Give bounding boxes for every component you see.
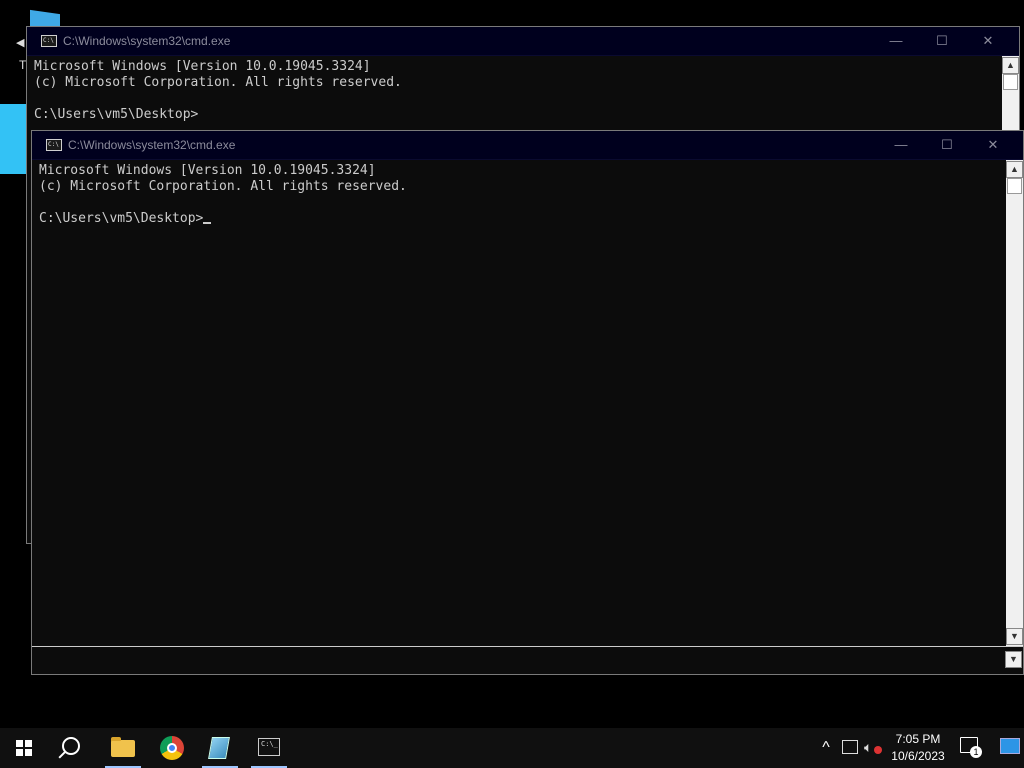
file-explorer-icon [111,737,135,757]
scroll-down-button[interactable]: ▼ [1005,651,1022,668]
desktop-selected-icon[interactable] [0,104,28,174]
notepad-icon [208,737,230,759]
windows-start-icon [16,740,32,756]
window-title: C:\Windows\system32\cmd.exe [63,34,231,48]
notification-count-badge: 1 [970,746,982,758]
close-button[interactable]: ✕ [970,131,1016,159]
command-prompt-icon: C:\_ [258,738,280,756]
chrome-icon [160,736,184,760]
scroll-up-button[interactable]: ▲ [1006,161,1023,178]
scrollbar-thumb[interactable] [1007,178,1022,194]
show-hidden-icons-button[interactable]: ^ [814,738,838,758]
cmd-app-icon: C:\ [41,35,57,47]
text-cursor [203,222,212,224]
console-line: (c) Microsoft Corporation. All rights re… [39,179,407,194]
cmd-window-front[interactable]: C:\ C:\Windows\system32\cmd.exe — ☐ ✕ Mi… [31,130,1024,675]
taskbar-notepad[interactable] [196,728,244,768]
minimize-button[interactable]: — [878,131,924,159]
maximize-button[interactable]: ☐ [924,131,970,159]
clock-time: 7:05 PM [895,732,941,746]
taskbar-chrome[interactable] [148,728,196,768]
scroll-down-button[interactable]: ▼ [1006,628,1023,645]
console-output[interactable]: Microsoft Windows [Version 10.0.19045.33… [34,160,1005,646]
search-button[interactable] [48,728,96,768]
minimize-button[interactable]: — [873,27,919,55]
title-bar[interactable]: C:\ C:\Windows\system32\cmd.exe — ☐ ✕ [27,27,1019,56]
console-prompt: C:\Users\vm5\Desktop> [34,107,199,122]
console-line: Microsoft Windows [Version 10.0.19045.33… [34,59,371,74]
clock-date: 10/6/2023 [891,749,945,763]
horizontal-bar: ▼ [32,646,1023,674]
start-button[interactable] [0,728,48,768]
taskbar: C:\_ ^ 🔈︎ 7:05 PM 10/6/2023 1 [0,728,1024,768]
console-prompt-line[interactable]: C:\Users\vm5\Desktop> [39,211,1005,227]
console-line: (c) Microsoft Corporation. All rights re… [34,75,402,90]
mute-indicator-icon [874,746,882,754]
vertical-scrollbar[interactable]: ▲ ▼ [1006,160,1023,646]
scroll-up-button[interactable]: ▲ [1002,57,1019,74]
close-button[interactable]: ✕ [965,27,1011,55]
console-prompt: C:\Users\vm5\Desktop> [39,211,204,226]
window-title: C:\Windows\system32\cmd.exe [68,138,236,152]
scrollbar-thumb[interactable] [1003,74,1018,90]
title-bar[interactable]: C:\ C:\Windows\system32\cmd.exe — ☐ ✕ [32,131,1023,160]
cmd-app-icon: C:\ [46,139,62,151]
system-clock[interactable]: 7:05 PM 10/6/2023 [888,731,948,765]
desktop-arrow-glyph: ◀ [16,37,25,49]
taskbar-command-prompt[interactable]: C:\_ [245,728,293,768]
show-desktop-button[interactable] [1000,738,1020,754]
search-icon [62,737,80,755]
maximize-button[interactable]: ☐ [919,27,965,55]
console-line: Microsoft Windows [Version 10.0.19045.33… [39,163,376,178]
network-icon[interactable] [842,740,858,754]
taskbar-file-explorer[interactable] [99,728,147,768]
